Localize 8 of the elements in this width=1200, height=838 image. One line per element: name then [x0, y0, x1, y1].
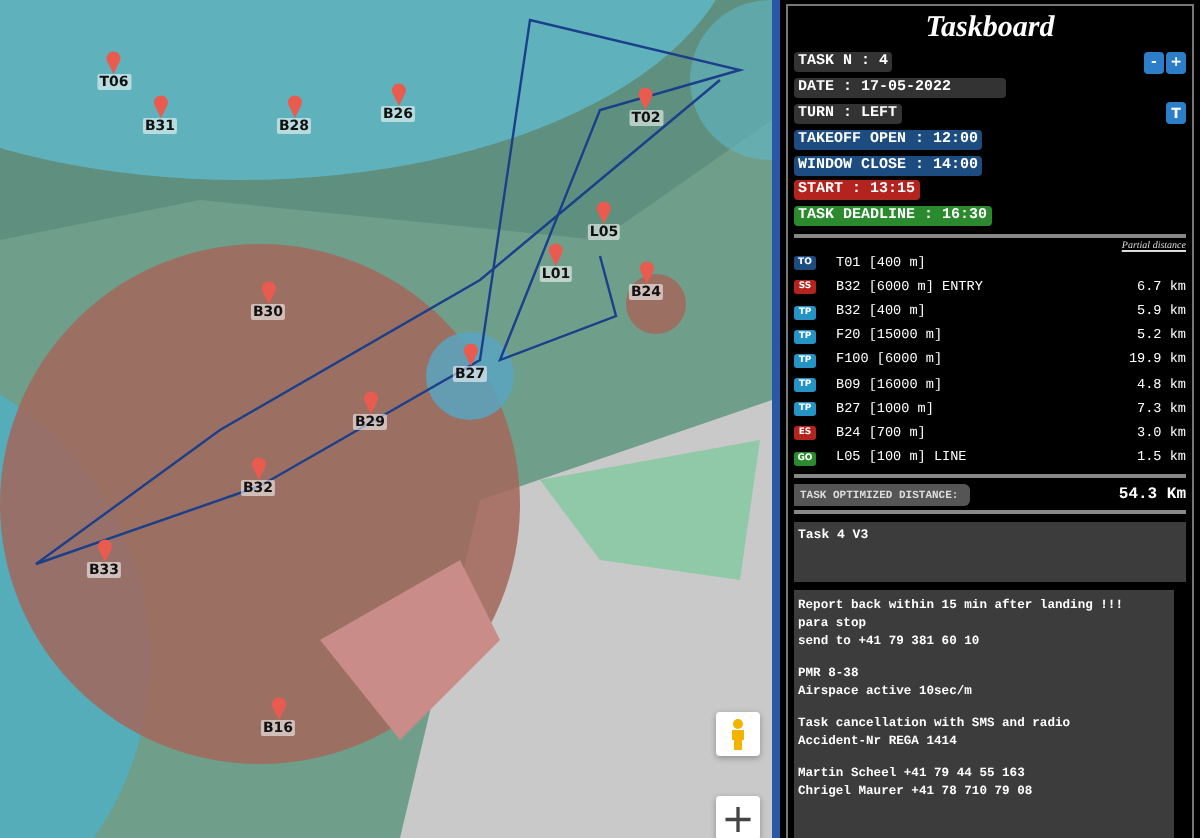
map-pin-icon[interactable]: [96, 538, 112, 562]
map-pin-icon[interactable]: [638, 86, 654, 110]
zoom-in-button[interactable]: +: [716, 796, 760, 838]
person-icon: [730, 718, 746, 750]
map-pin-icon[interactable]: [462, 342, 478, 366]
distance-value: 54.3 Km: [1118, 485, 1186, 504]
panel-title: Taskboard: [923, 10, 1057, 48]
street-view-button[interactable]: [716, 712, 760, 756]
